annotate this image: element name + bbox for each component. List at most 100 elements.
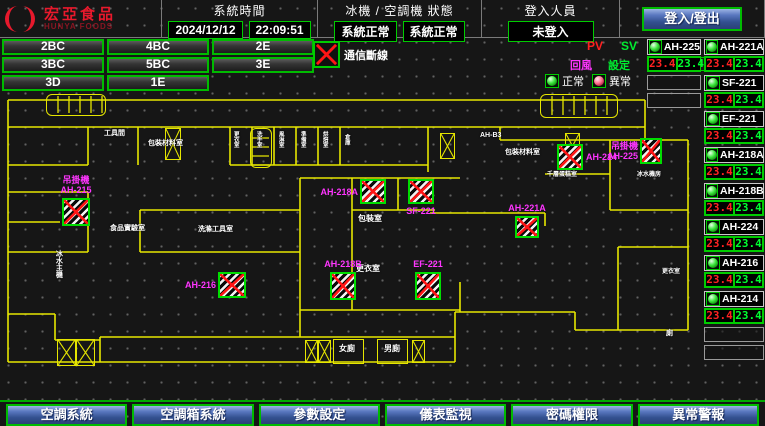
return-air-label: 回風 [570,57,592,73]
stairs-icon [46,94,106,116]
stairs-icon [540,94,618,118]
equipment-row-ah-214[interactable]: AH-214 [704,291,764,307]
chiller-status-value: 系統正常 [334,21,396,42]
device-label: SF-221 [394,206,448,216]
status-lamp-icon [706,112,720,126]
empty-slot [704,327,764,342]
room-label: 更衣室 [662,269,680,275]
equipment-name: EF-221 [722,113,756,125]
equipment-row-sf-221[interactable]: SF-221 [704,75,764,91]
equipment-row-ah-225[interactable]: AH-225 [647,39,701,55]
pv-value: 23.4 [705,129,734,143]
nav-button-密碼權限[interactable]: 密碼權限 [511,404,632,426]
login-user-label: 登入人員 [482,0,619,19]
ahu-device-icon-ah-221a[interactable] [515,216,539,238]
equipment-name: AH-224 [722,221,758,233]
equipment-row-ah-218b[interactable]: AH-218B [704,183,764,199]
ahu-device-icon-ah-225[interactable] [640,138,662,164]
sv-value: 23.4 [734,201,763,215]
room-label: 包裝材料室 [505,149,540,156]
system-date-value: 2024/12/12 [168,21,242,39]
floor-plan: 工具間包裝材料室AH-B3包裝材料室包裝室更衣室食品實驗室洗滌工具室冰水主機女廁… [0,92,692,398]
ahu-device-icon-ef-221[interactable] [415,272,441,300]
device-label: AH-221A [501,203,553,213]
nav-button-空調箱系統[interactable]: 空調箱系統 [132,404,253,426]
ahu-device-icon-sf-221[interactable] [408,179,434,204]
ahu-device-icon-ah-218a[interactable] [360,179,386,204]
machine-status-label: 冰機 / 空調機 狀態 [318,0,481,19]
status-lamp-icon [706,148,718,162]
sv-value: 23.4 [677,57,706,71]
floor-button-3bc[interactable]: 3BC [2,57,104,73]
normal-legend: 正常 [545,73,584,89]
sv-value: 23.4 [734,57,763,71]
equipment-values-ah-216: 23.423.4 [704,272,764,288]
abnormal-legend-label: 異常 [609,73,631,89]
floor-button-2bc[interactable]: 2BC [2,39,104,55]
room-label: 洗滌工具室 [198,226,233,233]
floor-button-4bc[interactable]: 4BC [107,39,209,55]
status-lamp-icon [706,76,720,90]
floor-button-1e[interactable]: 1E [107,75,209,91]
ahu-device-icon-ah-216[interactable] [218,272,246,298]
device-label: 吊掛機AH-215 [48,175,104,195]
setpoint-label: 設定 [608,57,630,73]
device-label: AH-218B [316,259,370,269]
nav-button-異常警報[interactable]: 異常警報 [638,404,759,426]
room-label: 女廁 [339,345,355,353]
machine-status-section: 冰機 / 空調機 狀態 系統正常 系統正常 [318,0,482,38]
comm-loss-icon [313,41,340,68]
login-user-value: 未登入 [508,21,594,42]
room-label: 更衣室 [232,131,238,148]
floor-button-2e[interactable]: 2E [212,39,314,55]
equipment-row-ah-221a[interactable]: AH-221A [704,39,764,55]
pv-value: 23.4 [648,57,677,71]
equipment-name: AH-225 [664,41,700,53]
door-icon [318,340,331,363]
status-lamp-icon [706,40,718,54]
room-label: 冰水機房 [637,172,661,178]
status-lamp-icon [706,292,720,306]
floor-button-3e[interactable]: 3E [212,57,314,73]
nav-button-空調系統[interactable]: 空調系統 [6,404,127,426]
abnormal-legend: 異常 [592,73,631,89]
equipment-values-ah-218a: 23.423.4 [704,164,764,180]
room-label: 冰水主機 [55,250,62,278]
comm-loss-label: 通信斷線 [344,47,388,63]
nav-button-儀表監視[interactable]: 儀表監視 [385,404,506,426]
equipment-row-ah-216[interactable]: AH-216 [704,255,764,271]
pv-value: 23.4 [705,57,734,71]
sv-value: 23.4 [734,165,763,179]
equipment-name: AH-216 [722,257,758,269]
ahu-device-icon-ah-214[interactable] [557,144,583,170]
equipment-row-ah-224[interactable]: AH-224 [704,219,764,235]
pv-legend-label: PV [587,39,603,53]
ahu-device-icon-ah-215[interactable] [62,198,90,226]
equipment-row-ef-221[interactable]: EF-221 [704,111,764,127]
login-logout-button[interactable]: 登入/登出 [642,7,742,31]
nav-button-參數設定[interactable]: 參數設定 [259,404,380,426]
door-icon [76,339,95,366]
equipment-row-ah-218a[interactable]: AH-218A [704,147,764,163]
room-label: 準備室 [299,131,305,148]
room-label: 男廁 [384,345,400,353]
system-time-value: 22:09:51 [249,21,311,39]
door-icon [305,340,318,363]
ahu-device-icon-ah-218b[interactable] [330,272,356,300]
floor-button-5bc[interactable]: 5BC [107,57,209,73]
door-icon [57,339,76,366]
room-label: 廁 [666,330,673,337]
equipment-values-ah-221a: 23.423.4 [704,56,764,72]
room-label: 洗手室 [255,131,261,148]
sv-value: 23.4 [734,237,763,251]
equipment-name: AH-218B [720,185,764,197]
system-time-label: 系統時間 [162,0,317,19]
device-label: EF-221 [401,259,455,269]
floor-selector-grid: 2BC4BC2E 3BC5BC3E 3D1E [2,39,314,91]
logo-mark-icon [4,4,38,34]
normal-lamp-icon [545,74,559,88]
sv-value: 23.4 [734,93,763,107]
status-lamp-icon [649,40,662,54]
floor-button-3d[interactable]: 3D [2,75,104,91]
pv-value: 23.4 [705,201,734,215]
